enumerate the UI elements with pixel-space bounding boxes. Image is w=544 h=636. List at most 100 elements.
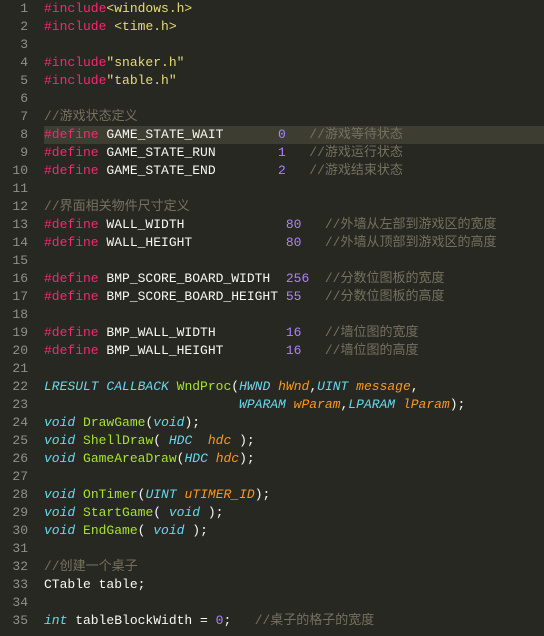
line-number: 14: [6, 234, 28, 252]
token-dir: #include: [44, 19, 106, 34]
token-plain: [169, 379, 177, 394]
code-line[interactable]: #define WALL_WIDTH 80 //外墙从左部到游戏区的宽度: [44, 216, 544, 234]
code-line[interactable]: #define GAME_STATE_WAIT 0 //游戏等待状态: [44, 126, 544, 144]
line-number: 26: [6, 450, 28, 468]
token-plain: [208, 613, 216, 628]
code-line[interactable]: //游戏状态定义: [44, 108, 544, 126]
code-line[interactable]: #define WALL_HEIGHT 80 //外墙从顶部到游戏区的高度: [44, 234, 544, 252]
token-cmt: //界面相关物件尺寸定义: [44, 199, 190, 214]
token-plain: [208, 451, 216, 466]
code-line[interactable]: void StartGame( void );: [44, 504, 544, 522]
token-plain: WALL_WIDTH: [99, 217, 286, 232]
line-number: 19: [6, 324, 28, 342]
code-line[interactable]: [44, 468, 544, 486]
token-param: wParam: [294, 397, 341, 412]
line-number: 31: [6, 540, 28, 558]
code-line[interactable]: [44, 252, 544, 270]
token-cmt: //游戏等待状态: [309, 127, 403, 142]
token-num: 256: [286, 271, 309, 286]
token-kw: void: [44, 523, 75, 538]
line-number: 28: [6, 486, 28, 504]
code-line[interactable]: [44, 306, 544, 324]
token-plain: GAME_STATE_END: [99, 163, 278, 178]
token-plain: );: [184, 523, 207, 538]
code-line[interactable]: #define BMP_WALL_HEIGHT 16 //墙位图的高度: [44, 342, 544, 360]
token-num: 2: [278, 163, 286, 178]
code-line[interactable]: void ShellDraw( HDC hdc );: [44, 432, 544, 450]
token-plain: BMP_WALL_WIDTH: [99, 325, 286, 340]
token-dir: #define: [44, 127, 99, 142]
token-num: 0: [278, 127, 286, 142]
token-kw: UINT: [317, 379, 348, 394]
token-fn: ShellDraw: [83, 433, 153, 448]
code-line[interactable]: [44, 360, 544, 378]
code-line[interactable]: [44, 180, 544, 198]
code-line[interactable]: [44, 36, 544, 54]
token-dir: #define: [44, 145, 99, 160]
line-number: 2: [6, 18, 28, 36]
token-str: <windows.h>: [106, 1, 192, 16]
token-plain: [75, 505, 83, 520]
token-plain: [301, 325, 324, 340]
token-str: <time.h>: [114, 19, 176, 34]
code-line[interactable]: [44, 594, 544, 612]
token-plain: (: [153, 433, 169, 448]
token-dir: #define: [44, 343, 99, 358]
token-param: hWnd: [278, 379, 309, 394]
token-param: lParam: [403, 397, 450, 412]
code-line[interactable]: CTable table;: [44, 576, 544, 594]
token-plain: );: [255, 487, 271, 502]
line-number: 7: [6, 108, 28, 126]
code-editor[interactable]: #include<windows.h>#include <time.h>#inc…: [40, 0, 544, 636]
token-plain: [75, 523, 83, 538]
token-fn: GameAreaDraw: [83, 451, 177, 466]
token-str: "table.h": [106, 73, 176, 88]
token-fn: StartGame: [83, 505, 153, 520]
code-line[interactable]: [44, 90, 544, 108]
code-line[interactable]: #include<windows.h>: [44, 0, 544, 18]
code-line[interactable]: #define GAME_STATE_END 2 //游戏结束状态: [44, 162, 544, 180]
token-plain: [348, 379, 356, 394]
token-num: 80: [286, 235, 302, 250]
token-kw: void: [44, 415, 75, 430]
code-line[interactable]: //界面相关物件尺寸定义: [44, 198, 544, 216]
code-line[interactable]: void EndGame( void );: [44, 522, 544, 540]
code-line[interactable]: #define BMP_WALL_WIDTH 16 //墙位图的宽度: [44, 324, 544, 342]
code-line[interactable]: int tableBlockWidth = 0; //桌子的格子的宽度: [44, 612, 544, 630]
token-dir: #define: [44, 271, 99, 286]
token-kw: void: [44, 505, 75, 520]
token-plain: GAME_STATE_RUN: [99, 145, 278, 160]
token-kw: HWND: [239, 379, 270, 394]
token-dir: #include: [44, 73, 106, 88]
code-line[interactable]: void OnTimer(UINT uTIMER_ID);: [44, 486, 544, 504]
code-line[interactable]: [44, 540, 544, 558]
token-cmt: //外墙从顶部到游戏区的高度: [325, 235, 497, 250]
line-number: 8: [6, 126, 28, 144]
token-dir: #define: [44, 289, 99, 304]
line-number: 5: [6, 72, 28, 90]
code-line[interactable]: #include"table.h": [44, 72, 544, 90]
token-kw: CALLBACK: [106, 379, 168, 394]
token-plain: [301, 217, 324, 232]
code-line[interactable]: void DrawGame(void);: [44, 414, 544, 432]
token-kw: LPARAM: [348, 397, 395, 412]
code-line[interactable]: LRESULT CALLBACK WndProc(HWND hWnd,UINT …: [44, 378, 544, 396]
token-plain: [286, 127, 309, 142]
code-line[interactable]: #include"snaker.h": [44, 54, 544, 72]
code-line[interactable]: #define BMP_SCORE_BOARD_WIDTH 256 //分数位图…: [44, 270, 544, 288]
code-line[interactable]: #define BMP_SCORE_BOARD_HEIGHT 55 //分数位图…: [44, 288, 544, 306]
line-number: 3: [6, 36, 28, 54]
token-plain: GAME_STATE_WAIT: [99, 127, 278, 142]
code-line[interactable]: #include <time.h>: [44, 18, 544, 36]
line-number: 24: [6, 414, 28, 432]
token-plain: );: [450, 397, 466, 412]
token-plain: [44, 397, 239, 412]
code-line[interactable]: WPARAM wParam,LPARAM lParam);: [44, 396, 544, 414]
code-line[interactable]: //创建一个桌子: [44, 558, 544, 576]
token-plain: BMP_SCORE_BOARD_HEIGHT: [99, 289, 286, 304]
code-line[interactable]: void GameAreaDraw(HDC hdc);: [44, 450, 544, 468]
code-line[interactable]: #define GAME_STATE_RUN 1 //游戏运行状态: [44, 144, 544, 162]
token-plain: (: [153, 505, 169, 520]
token-plain: CTable table;: [44, 577, 145, 592]
token-kw: WPARAM: [239, 397, 286, 412]
